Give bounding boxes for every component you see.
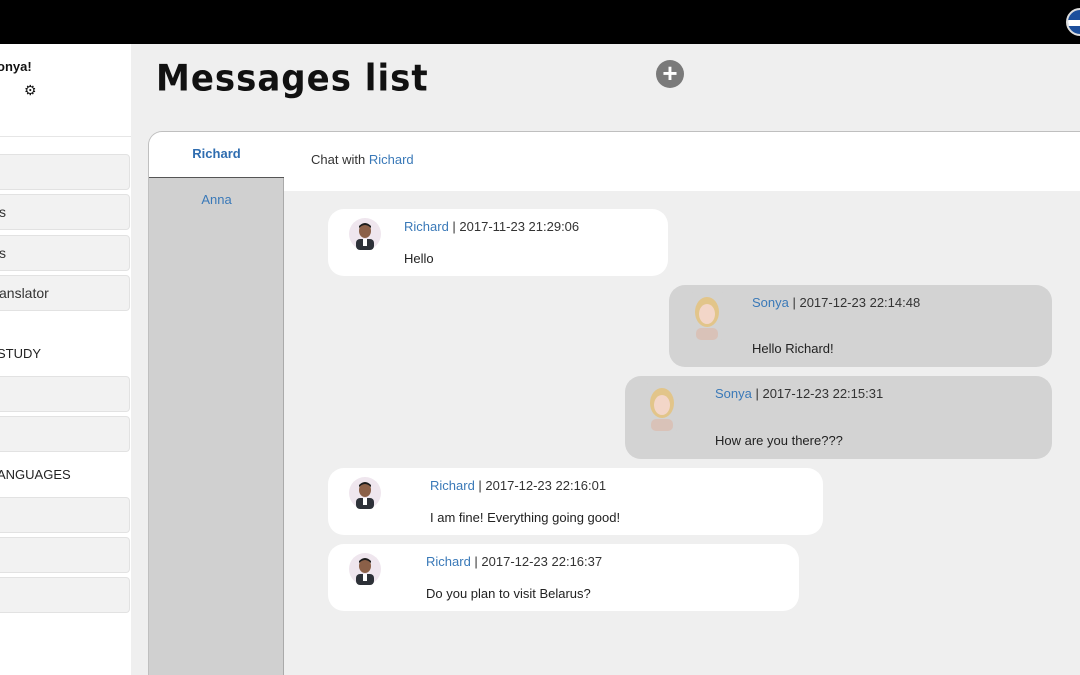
message-author[interactable]: Richard [426,554,471,569]
sidebar-section-languages: ANGUAGES [0,467,71,482]
message-author[interactable]: Richard [404,219,449,234]
message-author[interactable]: Sonya [715,386,752,401]
sidebar-language-item[interactable] [0,577,130,613]
sidebar-nav-item[interactable]: s [0,235,130,271]
sidebar-nav-item-translator[interactable]: anslator [0,275,130,311]
message-text: How are you there??? [715,433,843,448]
contact-item-anna[interactable]: Anna [149,192,284,207]
avatar [645,383,679,431]
messages-panel: Richard Anna Chat with Richard Richard |… [148,131,1080,675]
message-text: Hello Richard! [752,341,834,356]
message-bubble: Sonya | 2017-12-23 22:14:48 Hello Richar… [669,285,1052,367]
message-text: Do you plan to visit Belarus? [426,586,591,601]
message-text: I am fine! Everything going good! [430,510,621,525]
message-meta: Sonya | 2017-12-23 22:14:48 [752,295,920,310]
avatar [349,553,381,585]
message-meta: Richard | 2017-11-23 21:29:06 [404,219,579,234]
avatar [349,477,381,509]
message-bubble: Richard | 2017-12-23 22:16:37 Do you pla… [328,544,799,611]
top-bar [0,0,1080,44]
message-author[interactable]: Richard [430,478,475,493]
plus-circle-icon[interactable]: + [656,60,684,88]
sidebar-section-study: STUDY [0,346,42,361]
message-meta: Sonya | 2017-12-23 22:15:31 [715,386,883,401]
avatar [690,292,724,340]
message-meta: Richard | 2017-12-23 22:16:37 [426,554,602,569]
chat-contact-link[interactable]: Richard [369,152,414,167]
avatar [349,218,381,250]
chat-title: Chat with Richard [311,152,414,167]
sidebar-divider [0,136,131,137]
sidebar-language-item[interactable] [0,497,130,533]
sidebar-nav-item[interactable]: s [0,194,130,230]
message-text: Hello [404,251,434,266]
message-author[interactable]: Sonya [752,295,789,310]
message-bubble: Sonya | 2017-12-23 22:15:31 How are you … [625,376,1052,459]
user-greeting: onya! [0,59,32,74]
sidebar-nav-item[interactable] [0,154,130,190]
message-timestamp: | 2017-11-23 21:29:06 [448,219,580,234]
language-flag-icon[interactable] [1066,8,1080,36]
message-meta: Richard | 2017-12-23 22:16:01 [430,478,606,493]
sidebar-study-item[interactable] [0,376,130,412]
sidebar: onya! ⚙ s s anslator STUDY ANGUAGES [0,44,131,675]
sidebar-language-item[interactable] [0,537,130,573]
message-timestamp: | 2017-12-23 22:16:37 [470,554,603,569]
chat-header: Chat with Richard [284,132,1080,191]
message-bubble: Richard | 2017-12-23 22:16:01 I am fine!… [328,468,823,535]
sidebar-study-item[interactable] [0,416,130,452]
message-timestamp: | 2017-12-23 22:16:01 [474,478,607,493]
contact-list: Richard Anna [149,132,284,675]
message-bubble: Richard | 2017-11-23 21:29:06 Hello [328,209,668,276]
contact-item-richard[interactable]: Richard [149,132,284,178]
gear-icon[interactable]: ⚙ [24,82,37,99]
page-title: Messages list [156,57,429,101]
message-timestamp: | 2017-12-23 22:15:31 [751,386,884,401]
message-timestamp: | 2017-12-23 22:14:48 [788,295,921,310]
chat-title-prefix: Chat with [311,152,366,167]
